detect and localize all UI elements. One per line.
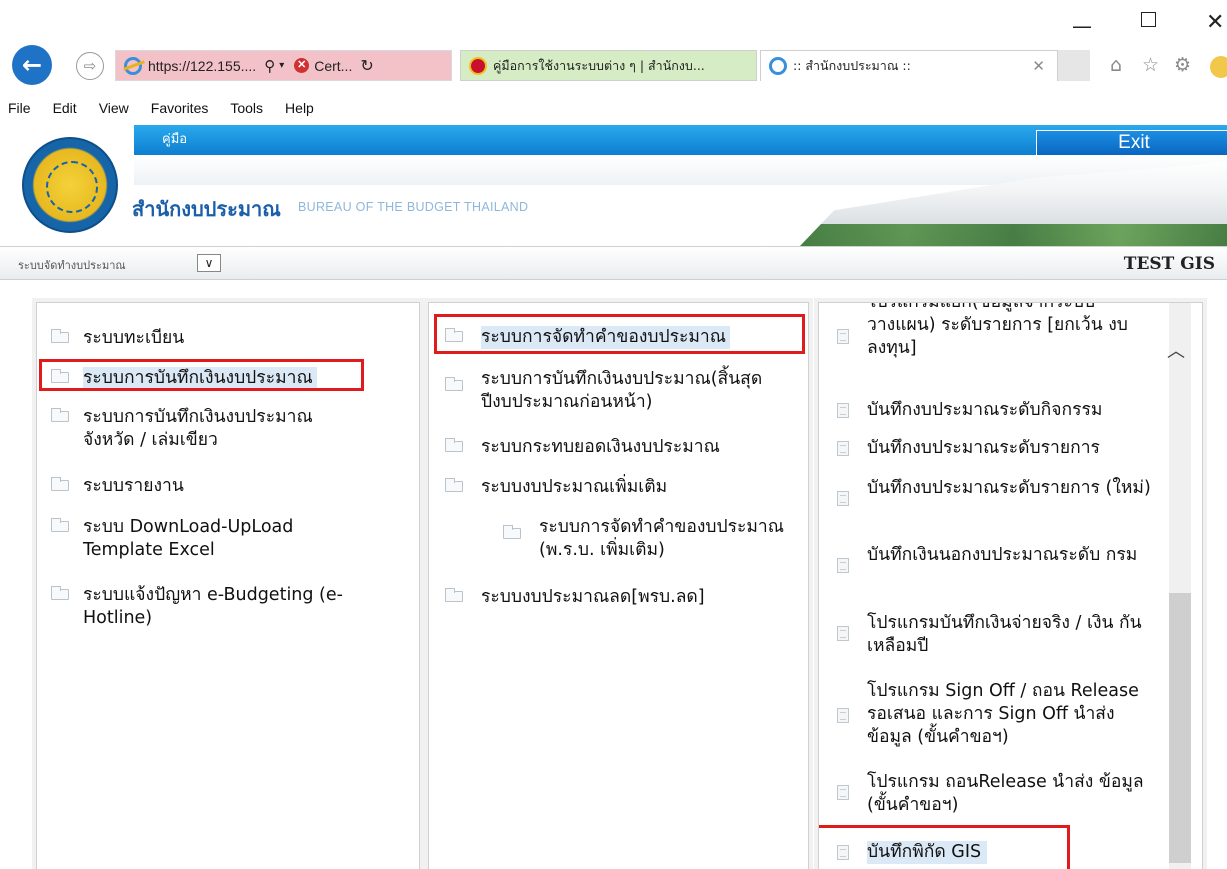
list-item[interactable]: บันทึกเงินนอกงบประมาณระดับ กรม [837,544,1155,573]
highlight-box [434,314,805,354]
certificate-error-icon[interactable]: ✕ [294,58,310,73]
menu-favorites[interactable]: Favorites [151,100,209,116]
bureau-logo [22,137,118,233]
tab-title: คู่มือการใช้งานระบบต่าง ๆ | สำนักงบ... [493,57,705,73]
list-item[interactable]: โปรแกรม ถอนRelease นำส่ง ข้อมูล (ขั้นคำข… [837,771,1155,817]
brand-name-english: BUREAU OF THE BUDGET THAILAND [298,200,529,214]
tab-manual[interactable]: คู่มือการใช้งานระบบต่าง ๆ | สำนักงบ... [460,50,757,81]
ie-icon [769,57,787,75]
chevron-down-icon[interactable]: ▾ [279,60,284,71]
new-tab-button[interactable] [1058,50,1090,81]
scroll-up-arrow-icon[interactable]: ︿ [1167,337,1185,363]
ie-icon [124,56,142,75]
back-button[interactable]: ← [12,45,52,85]
tab-budget-bureau[interactable]: :: สำนักงบประมาณ :: ✕ [760,50,1058,81]
folder-icon [51,329,69,343]
list-item[interactable]: ระบบการบันทึกเงินงบประมาณ(สิ้นสุดปีงบประ… [445,368,765,414]
brand-name-thai: สำนักงบประมาณ [132,197,281,221]
document-icon [837,403,849,418]
document-icon [837,491,849,506]
forward-button[interactable]: ⇨ [76,52,104,80]
document-icon [837,558,849,573]
open-folder-icon [503,525,521,539]
system-select-value[interactable]: ระบบจัดทำงบประมาณ [18,256,126,274]
list-item[interactable]: ระบบกระทบยอดเงินงบประมาณ [445,436,720,459]
maximize-button[interactable] [1141,12,1156,27]
search-icon[interactable]: ⚲ [264,57,275,75]
header-blue-bar: คู่มือ Exit [134,125,1227,156]
list-item[interactable]: โปรแกรม Sign Off / ถอน Release รอเสนอ แล… [837,680,1155,749]
folder-icon [51,586,69,600]
open-folder-icon [445,438,463,452]
list-item[interactable]: บันทึกงบประมาณระดับกิจกรรม [837,399,1102,422]
document-icon [837,329,849,344]
panel-budget-subsystems: ระบบการจัดทำคำของบประมาณ ระบบการบันทึกเง… [428,302,809,869]
menu-edit[interactable]: Edit [53,100,77,116]
folder-icon [51,408,69,422]
tab-close-icon[interactable]: ✕ [1032,57,1045,75]
favorites-star-icon[interactable]: ☆ [1142,54,1159,76]
document-icon [837,441,849,456]
home-icon[interactable]: ⌂ [1110,54,1122,76]
list-item[interactable]: บันทึกงบประมาณระดับรายการ (ใหม่) [837,477,1157,506]
window-title-bar: — ✕ [0,0,1227,42]
address-bar[interactable]: https://122.155.... ⚲ ▾ ✕ Cert... ↻ [115,50,452,81]
highlight-box [39,359,364,391]
list-item[interactable]: ระบบรายงาน [51,475,184,498]
highlight-box [819,825,1070,869]
minimize-button[interactable]: — [1072,14,1092,38]
site-header: คู่มือ Exit สำนักงบประมาณ BUREAU OF THE … [0,121,1227,246]
menu-file[interactable]: File [8,100,31,116]
menu-bar: File Edit View Favorites Tools Help [0,95,1227,121]
user-name: TEST GIS [1123,254,1215,274]
folder-icon [51,477,69,491]
panel-systems: ระบบทะเบียน ระบบการบันทึกเงินงบประมาณ ระ… [36,302,420,869]
panel-programs: ︿ โปรแกรมแยก(ข้อมูลจากระบบ วางแผน) ระดับ… [818,302,1203,869]
list-item[interactable]: ระบบทะเบียน [51,327,184,350]
menu-help[interactable]: Help [285,100,314,116]
folder-icon [51,518,69,532]
menu-tools[interactable]: Tools [230,100,263,116]
tab-title: :: สำนักงบประมาณ :: [793,58,911,73]
system-selector-bar: ระบบจัดทำงบประมาณ ∨ TEST GIS [0,246,1227,280]
refresh-icon[interactable]: ↻ [360,56,373,76]
list-item[interactable]: ระบบงบประมาณลด[พรบ.ลด] [445,586,705,609]
list-item[interactable]: โปรแกรมบันทึกเงินจ่ายจริง / เงิน กันเหลื… [837,612,1155,658]
exit-button[interactable]: Exit [1036,130,1227,156]
scrollbar-thumb[interactable] [1169,593,1191,863]
address-url[interactable]: https://122.155.... [148,58,256,74]
open-folder-icon [445,588,463,602]
manual-link[interactable]: คู่มือ [162,128,187,149]
browser-toolbar: ← ⇨ https://122.155.... ⚲ ▾ ✕ Cert... ↻ … [0,44,1227,92]
document-icon [837,785,849,800]
list-item[interactable]: ระบบการบันทึกเงินงบประมาณ จังหวัด / เล่ม… [51,406,351,452]
open-folder-icon [445,377,463,391]
document-icon [837,708,849,723]
list-item[interactable]: บันทึกงบประมาณระดับรายการ [837,437,1100,460]
feedback-smiley-icon[interactable] [1210,56,1227,78]
folder-icon [445,478,463,492]
gear-icon[interactable]: ⚙ [1174,54,1191,76]
site-favicon-icon [469,56,487,75]
list-item[interactable]: ระบบ DownLoad-UpLoad Template Excel [51,516,351,562]
list-item[interactable]: โปรแกรมแยก(ข้อมูลจากระบบ วางแผน) ระดับรา… [837,303,1155,360]
document-icon [837,626,849,641]
list-item[interactable]: ระบบงบประมาณเพิ่มเติม [445,476,667,499]
list-item[interactable]: ระบบแจ้งปัญหา e-Budgeting (e-Hotline) [51,584,351,630]
close-window-button[interactable]: ✕ [1206,10,1224,35]
menu-view[interactable]: View [99,100,129,116]
certificate-error-label[interactable]: Cert... [314,58,352,74]
system-select-dropdown[interactable]: ∨ [197,254,221,272]
list-item[interactable]: ระบบการจัดทำคำของบประมาณ (พ.ร.บ. เพิ่มเต… [503,516,793,562]
